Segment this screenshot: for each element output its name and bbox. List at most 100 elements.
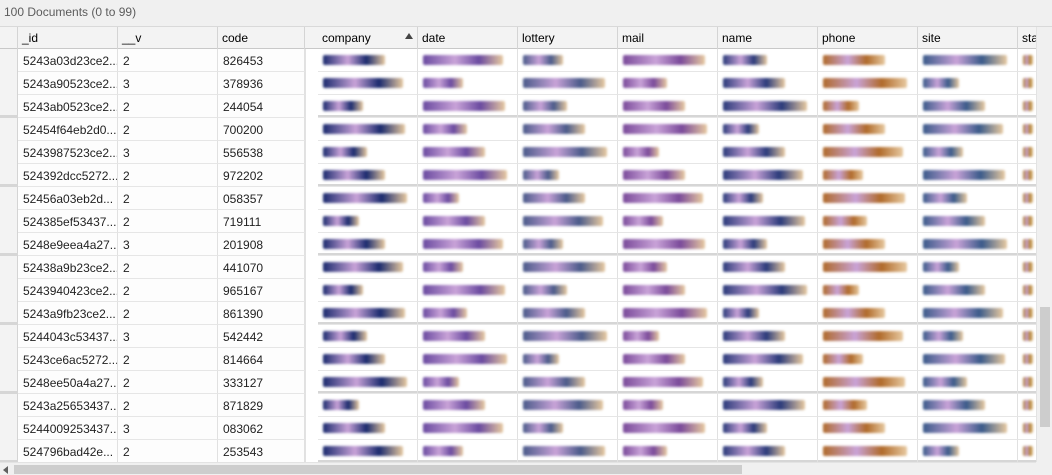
cell-company-redacted[interactable]: [318, 417, 418, 440]
cell-code[interactable]: 972202: [218, 164, 305, 187]
cell-v[interactable]: 2: [118, 302, 218, 325]
cell-sta-redacted[interactable]: [1018, 210, 1036, 233]
cell-phone-redacted[interactable]: [818, 95, 918, 118]
cell-name-redacted[interactable]: [718, 49, 818, 72]
table-row[interactable]: 5243a90523ce2... 3 378936: [0, 72, 1036, 95]
cell-site-redacted[interactable]: [918, 49, 1018, 72]
cell-phone-redacted[interactable]: [818, 141, 918, 164]
cell-lottery-redacted[interactable]: [518, 394, 618, 417]
cell-sta-redacted[interactable]: [1018, 72, 1036, 95]
table-row[interactable]: 5243940423ce2... 2 965167: [0, 279, 1036, 302]
column-header-phone[interactable]: phone: [818, 27, 918, 49]
cell-company-redacted[interactable]: [318, 233, 418, 256]
cell-id[interactable]: 5243a25653437...: [18, 394, 118, 417]
table-row[interactable]: 52454f64eb2d0... 2 700200: [0, 118, 1036, 141]
cell-phone-redacted[interactable]: [818, 325, 918, 348]
table-row[interactable]: 5244043c53437... 3 542442: [0, 325, 1036, 348]
cell-date-redacted[interactable]: [418, 279, 518, 302]
cell-name-redacted[interactable]: [718, 417, 818, 440]
cell-date-redacted[interactable]: [418, 256, 518, 279]
cell-id[interactable]: 5244043c53437...: [18, 325, 118, 348]
cell-site-redacted[interactable]: [918, 118, 1018, 141]
cell-id[interactable]: 524392dcc5272...: [18, 164, 118, 187]
cell-site-redacted[interactable]: [918, 72, 1018, 95]
cell-name-redacted[interactable]: [718, 72, 818, 95]
cell-v[interactable]: 2: [118, 371, 218, 394]
cell-date-redacted[interactable]: [418, 325, 518, 348]
horizontal-scroll-thumb[interactable]: [14, 465, 742, 474]
cell-lottery-redacted[interactable]: [518, 141, 618, 164]
documents-grid[interactable]: _id __v code company date lottery mail name phon…: [0, 27, 1036, 462]
cell-name-redacted[interactable]: [718, 118, 818, 141]
cell-mail-redacted[interactable]: [618, 279, 718, 302]
cell-v[interactable]: 3: [118, 72, 218, 95]
column-header-name[interactable]: name: [718, 27, 818, 49]
column-header-lottery[interactable]: lottery: [518, 27, 618, 49]
cell-company-redacted[interactable]: [318, 164, 418, 187]
cell-code[interactable]: 700200: [218, 118, 305, 141]
cell-date-redacted[interactable]: [418, 118, 518, 141]
cell-phone-redacted[interactable]: [818, 279, 918, 302]
cell-company-redacted[interactable]: [318, 325, 418, 348]
cell-date-redacted[interactable]: [418, 164, 518, 187]
cell-name-redacted[interactable]: [718, 371, 818, 394]
cell-id[interactable]: 5244009253437...: [18, 417, 118, 440]
cell-date-redacted[interactable]: [418, 348, 518, 371]
cell-lottery-redacted[interactable]: [518, 348, 618, 371]
cell-mail-redacted[interactable]: [618, 210, 718, 233]
cell-sta-redacted[interactable]: [1018, 394, 1036, 417]
column-header-site[interactable]: site: [918, 27, 1018, 49]
cell-phone-redacted[interactable]: [818, 233, 918, 256]
vertical-scroll-thumb[interactable]: [1040, 307, 1050, 427]
cell-mail-redacted[interactable]: [618, 72, 718, 95]
table-row[interactable]: 5248e9eea4a27... 3 201908: [0, 233, 1036, 256]
cell-site-redacted[interactable]: [918, 233, 1018, 256]
cell-id[interactable]: 5248ee50a4a27...: [18, 371, 118, 394]
cell-v[interactable]: 2: [118, 95, 218, 118]
cell-sta-redacted[interactable]: [1018, 256, 1036, 279]
column-header-company[interactable]: company: [318, 27, 418, 49]
cell-name-redacted[interactable]: [718, 141, 818, 164]
cell-id[interactable]: 5243a90523ce2...: [18, 72, 118, 95]
cell-sta-redacted[interactable]: [1018, 49, 1036, 72]
cell-v[interactable]: 2: [118, 440, 218, 462]
table-row[interactable]: 5243ab0523ce2... 2 244054: [0, 95, 1036, 118]
column-header-sta[interactable]: sta: [1018, 27, 1036, 49]
cell-lottery-redacted[interactable]: [518, 279, 618, 302]
cell-company-redacted[interactable]: [318, 348, 418, 371]
cell-lottery-redacted[interactable]: [518, 325, 618, 348]
table-row[interactable]: 5243a9fb23ce2... 2 861390: [0, 302, 1036, 325]
cell-company-redacted[interactable]: [318, 187, 418, 210]
cell-id[interactable]: 52438a9b23ce2...: [18, 256, 118, 279]
cell-lottery-redacted[interactable]: [518, 233, 618, 256]
cell-sta-redacted[interactable]: [1018, 417, 1036, 440]
cell-v[interactable]: 2: [118, 49, 218, 72]
cell-name-redacted[interactable]: [718, 394, 818, 417]
cell-site-redacted[interactable]: [918, 394, 1018, 417]
cell-code[interactable]: 542442: [218, 325, 305, 348]
cell-name-redacted[interactable]: [718, 95, 818, 118]
table-row[interactable]: 524392dcc5272... 2 972202: [0, 164, 1036, 187]
cell-mail-redacted[interactable]: [618, 325, 718, 348]
cell-v[interactable]: 2: [118, 210, 218, 233]
cell-date-redacted[interactable]: [418, 233, 518, 256]
table-row[interactable]: 5243ce6ac5272... 2 814664: [0, 348, 1036, 371]
cell-phone-redacted[interactable]: [818, 72, 918, 95]
cell-site-redacted[interactable]: [918, 279, 1018, 302]
cell-id[interactable]: 5243ce6ac5272...: [18, 348, 118, 371]
cell-phone-redacted[interactable]: [818, 302, 918, 325]
table-row[interactable]: 5248ee50a4a27... 2 333127: [0, 371, 1036, 394]
scroll-left-arrow-icon[interactable]: [3, 466, 8, 474]
cell-mail-redacted[interactable]: [618, 164, 718, 187]
cell-id[interactable]: 5243940423ce2...: [18, 279, 118, 302]
cell-name-redacted[interactable]: [718, 279, 818, 302]
cell-v[interactable]: 2: [118, 118, 218, 141]
cell-phone-redacted[interactable]: [818, 440, 918, 462]
cell-site-redacted[interactable]: [918, 210, 1018, 233]
table-row[interactable]: 5243987523ce2... 3 556538: [0, 141, 1036, 164]
cell-name-redacted[interactable]: [718, 348, 818, 371]
cell-site-redacted[interactable]: [918, 417, 1018, 440]
column-header-date[interactable]: date: [418, 27, 518, 49]
cell-v[interactable]: 3: [118, 233, 218, 256]
cell-date-redacted[interactable]: [418, 141, 518, 164]
